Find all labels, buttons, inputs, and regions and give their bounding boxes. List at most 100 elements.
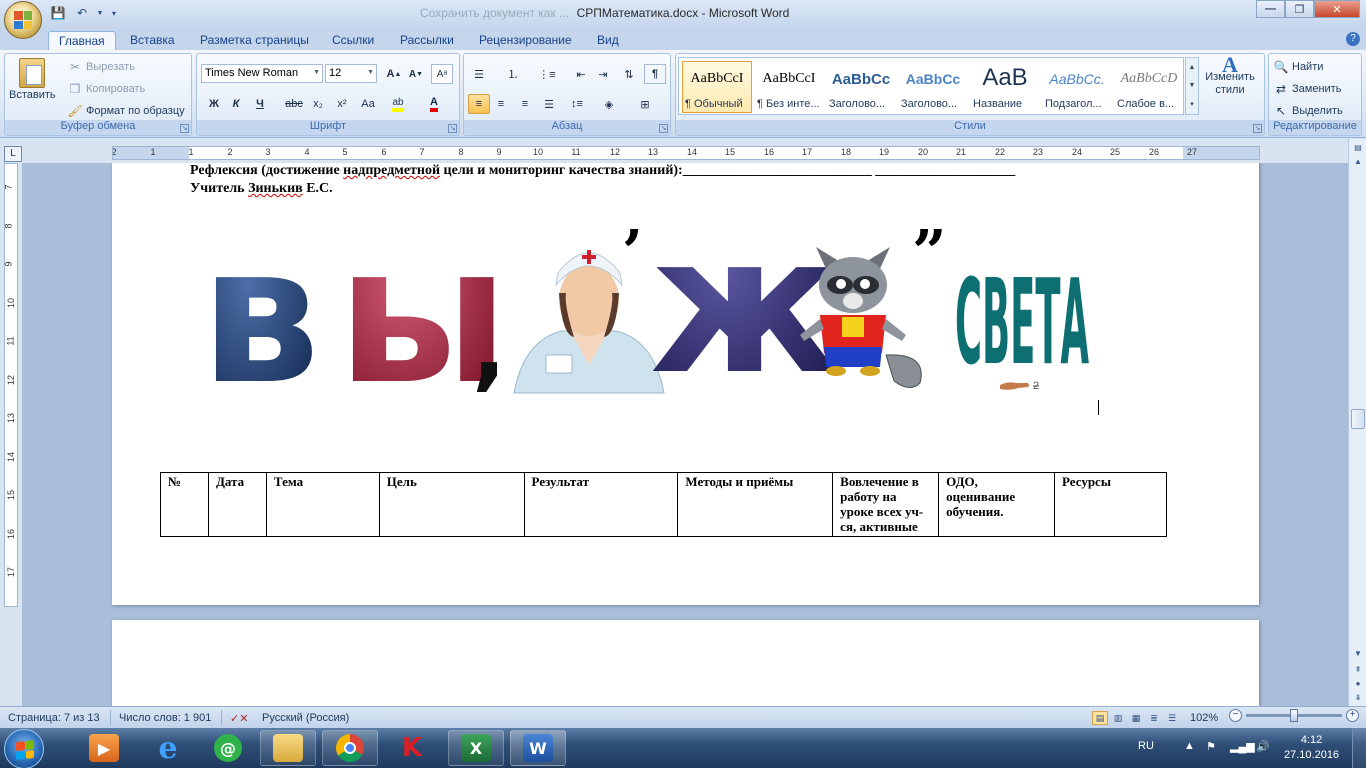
select-button[interactable]: ↖ Выделить — [1273, 103, 1343, 119]
language-indicator-tray[interactable]: RU — [1138, 740, 1154, 752]
full-screen-reading-icon[interactable]: ▥ — [1110, 711, 1126, 725]
bullets-button[interactable]: ☰ — [468, 64, 490, 84]
align-center-button[interactable]: ≡ — [490, 94, 512, 114]
outline-icon[interactable]: ≣ — [1146, 711, 1162, 725]
line-spacing-button[interactable]: ↕≡ — [566, 94, 588, 114]
align-right-button[interactable]: ≡ — [514, 94, 536, 114]
chevron-up-icon[interactable]: ▲ — [1189, 64, 1196, 71]
style-heading-2[interactable]: AaBbCc Заголово... — [898, 61, 968, 113]
maximize-button[interactable]: ❐ — [1285, 0, 1314, 18]
tab-review[interactable]: Рецензирование — [469, 31, 582, 50]
multilevel-list-button[interactable]: ⋮≡ — [536, 64, 558, 84]
strikethrough-button[interactable]: abc — [283, 94, 305, 114]
format-painter-button[interactable]: 🖌 Формат по образцу — [67, 103, 184, 119]
word-count[interactable]: Число слов: 1 901 — [119, 712, 211, 724]
table-header-cell[interactable]: Вовлечение в работу на уроке всех уч-ся,… — [832, 472, 940, 537]
zoom-slider-handle[interactable] — [1290, 709, 1298, 722]
ruler-toggle-icon[interactable]: ▤ — [1351, 141, 1365, 155]
table-header-cell[interactable]: Методы и приёмы — [677, 472, 834, 537]
tab-insert[interactable]: Вставка — [120, 31, 185, 50]
highlight-color-button[interactable]: ab — [387, 94, 409, 114]
draft-icon[interactable]: ☰ — [1164, 711, 1180, 725]
styles-gallery-scroll[interactable]: ▲ ▼ ▾ — [1185, 57, 1199, 115]
document-page-next[interactable] — [112, 620, 1259, 706]
tab-page-layout[interactable]: Разметка страницы — [190, 31, 319, 50]
paragraph-launcher-icon[interactable]: ↘ — [659, 124, 668, 133]
tab-home[interactable]: Главная — [48, 31, 116, 50]
justify-button[interactable]: ☰ — [538, 94, 560, 114]
scroll-down-icon[interactable]: ▼ — [1351, 647, 1365, 661]
subscript-button[interactable]: x₂ — [307, 94, 329, 114]
paste-button[interactable]: Вставить — [9, 58, 56, 101]
superscript-button[interactable]: x² — [331, 94, 353, 114]
clock[interactable]: 4:12 27.10.2016 — [1284, 733, 1339, 763]
decrease-indent-button[interactable]: ⇤ — [570, 64, 592, 84]
bold-button[interactable]: Ж — [203, 94, 225, 114]
network-signal-icon[interactable]: ▂▄▆ — [1230, 740, 1255, 753]
table-header-cell[interactable]: Тема — [265, 472, 380, 537]
tab-references[interactable]: Ссылки — [322, 31, 384, 50]
tab-view[interactable]: Вид — [587, 31, 629, 50]
zoom-out-button[interactable]: − — [1229, 709, 1242, 722]
more-icon[interactable]: ▾ — [1190, 100, 1194, 108]
styles-launcher-icon[interactable]: ↘ — [1253, 124, 1262, 133]
page-indicator[interactable]: Страница: 7 из 13 — [8, 712, 100, 724]
replace-button[interactable]: ⇄ Заменить — [1273, 81, 1341, 97]
taskbar-mail-agent[interactable]: @ — [200, 730, 256, 766]
action-center-flag-icon[interactable]: ⚑ — [1206, 740, 1216, 753]
proofing-icon[interactable]: ✓✕ — [230, 712, 248, 725]
tab-selector-button[interactable]: L — [4, 146, 22, 162]
minimize-button[interactable]: — — [1256, 0, 1285, 18]
copy-button[interactable]: ❐ Копировать — [67, 81, 146, 97]
style-normal[interactable]: AaBbCcI ¶ Обычный — [682, 61, 752, 113]
style-heading-1[interactable]: AaBbCc Заголово... — [826, 61, 896, 113]
zoom-level[interactable]: 102% — [1190, 712, 1218, 724]
numbering-button[interactable]: ⒈ — [502, 64, 524, 84]
document-page[interactable]: Рефлексия (достижение надпредметной цели… — [112, 163, 1259, 605]
next-page-icon[interactable]: ⇟ — [1351, 691, 1365, 705]
style-no-spacing[interactable]: AaBbCcI ¶ Без инте... — [754, 61, 824, 113]
tab-mailings[interactable]: Рассылки — [390, 31, 464, 50]
print-layout-icon[interactable]: ▤ — [1092, 711, 1108, 725]
vertical-ruler[interactable]: 7 8 9 10 11 12 13 14 15 16 17 — [4, 163, 18, 607]
taskbar-excel[interactable]: X — [448, 730, 504, 766]
scroll-up-icon[interactable]: ▲ — [1351, 155, 1365, 169]
borders-button[interactable]: ⊞ — [634, 94, 656, 114]
document-area[interactable]: Рефлексия (достижение надпредметной цели… — [22, 163, 1348, 706]
clipboard-launcher-icon[interactable]: ↘ — [180, 124, 189, 133]
scrollbar-thumb[interactable] — [1351, 409, 1365, 429]
web-layout-icon[interactable]: ▦ — [1128, 711, 1144, 725]
start-button[interactable] — [4, 729, 44, 768]
underline-button[interactable]: Ч — [249, 94, 271, 114]
table-header-cell[interactable]: Результат — [523, 472, 679, 537]
change-case-button[interactable]: Aa — [357, 94, 379, 114]
show-marks-button[interactable]: ¶ — [644, 64, 666, 84]
vertical-scrollbar[interactable]: ▤ ▲ ▼ ⇞ ● ⇟ — [1348, 139, 1366, 706]
grow-font-button[interactable]: A ▲ — [383, 64, 405, 84]
zoom-in-button[interactable]: + — [1346, 709, 1359, 722]
increase-indent-button[interactable]: ⇥ — [592, 64, 614, 84]
taskbar-internet-explorer[interactable]: e — [140, 730, 196, 766]
cut-button[interactable]: ✂ Вырезать — [67, 59, 135, 75]
find-button[interactable]: 🔍 Найти — [1273, 59, 1324, 75]
language-indicator[interactable]: Русский (Россия) — [262, 712, 349, 724]
horizontal-ruler[interactable]: 2112345678910111213141516171819202122232… — [112, 146, 1260, 160]
office-button[interactable] — [4, 1, 42, 39]
volume-icon[interactable]: 🔊 — [1256, 740, 1270, 753]
browse-object-icon[interactable]: ● — [1351, 677, 1365, 691]
italic-button[interactable]: К — [225, 94, 247, 114]
table-header-cell[interactable]: № — [160, 472, 209, 537]
taskbar-media-player[interactable]: ▶ — [76, 730, 132, 766]
document-table[interactable]: № Дата Тема Цель Результат Методы и приёмы Вов… — [160, 472, 1167, 537]
taskbar-word[interactable]: W — [510, 730, 566, 766]
table-header-cell[interactable]: Цель — [378, 472, 525, 537]
table-header-cell[interactable]: ОДО, оценивание обучения. — [938, 472, 1056, 537]
font-size-combo[interactable]: 12 ▼ — [325, 64, 377, 83]
shading-button[interactable]: ◈ — [598, 94, 620, 114]
taskbar-explorer[interactable] — [260, 730, 316, 766]
shrink-font-button[interactable]: A ▼ — [405, 64, 427, 84]
font-color-button[interactable]: A — [423, 94, 445, 114]
show-desktop-button[interactable] — [1352, 728, 1366, 768]
style-subtitle[interactable]: AaBbCc. Подзагол... — [1042, 61, 1112, 113]
close-button[interactable]: ✕ — [1314, 0, 1360, 18]
